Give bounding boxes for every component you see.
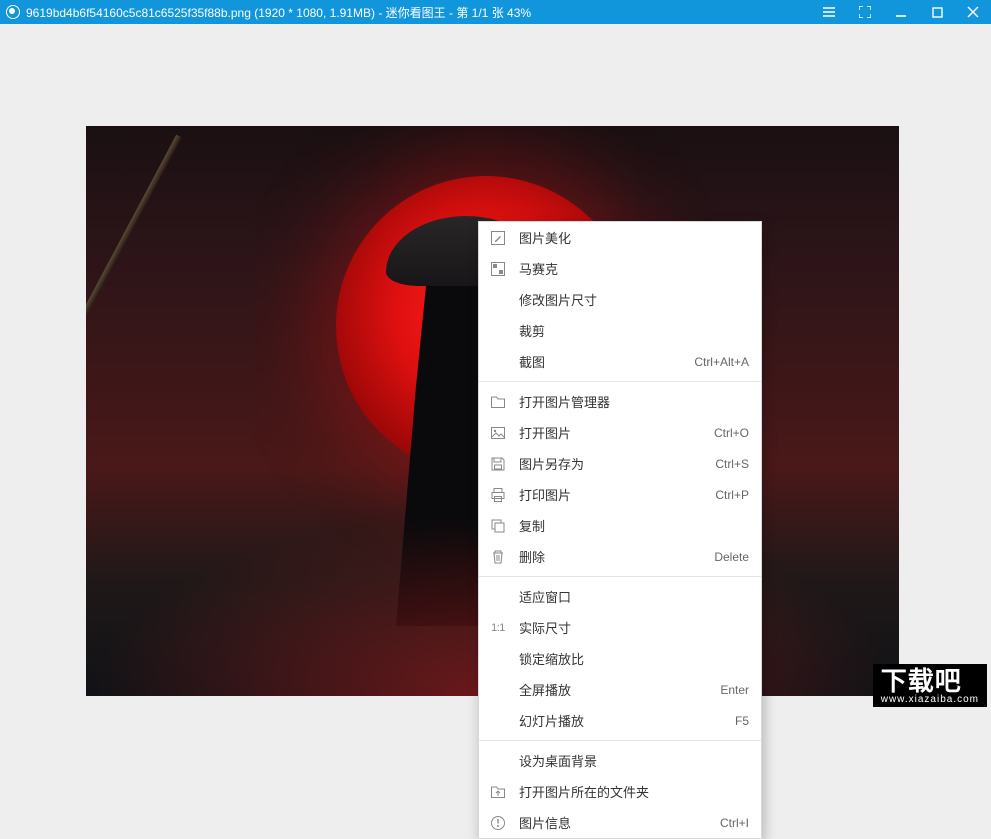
menu-separator: [479, 740, 761, 741]
menu-item[interactable]: 删除Delete: [479, 541, 761, 572]
menu-item-shortcut: Ctrl+P: [715, 488, 749, 502]
menu-item-label: 实际尺寸: [519, 618, 749, 637]
menu-item[interactable]: 图片另存为Ctrl+S: [479, 448, 761, 479]
menu-item-label: 复制: [519, 516, 749, 535]
menu-item-label: 打开图片所在的文件夹: [519, 782, 749, 801]
titlebar: 9619bd4b6f54160c5c81c6525f35f88b.png (19…: [0, 0, 991, 24]
mosaic-icon: [489, 260, 507, 278]
menu-item[interactable]: 打印图片Ctrl+P: [479, 479, 761, 510]
menu-item-shortcut: Ctrl+I: [720, 816, 749, 830]
menu-item-label: 图片信息: [519, 813, 720, 832]
menu-item[interactable]: 裁剪: [479, 315, 761, 346]
blank-icon: [489, 650, 507, 668]
menu-item[interactable]: 图片美化: [479, 222, 761, 253]
menu-item-label: 幻灯片播放: [519, 711, 735, 730]
menu-separator: [479, 576, 761, 577]
menu-item[interactable]: 打开图片Ctrl+O: [479, 417, 761, 448]
image-content: [86, 135, 182, 509]
blank-icon: [489, 322, 507, 340]
menu-item-label: 马赛克: [519, 259, 749, 278]
menu-item[interactable]: 全屏播放Enter: [479, 674, 761, 705]
title-filename: 9619bd4b6f54160c5c81c6525f35f88b.png: [26, 6, 251, 20]
context-menu: 图片美化马赛克修改图片尺寸裁剪截图Ctrl+Alt+A打开图片管理器打开图片Ct…: [478, 221, 762, 839]
menu-item-shortcut: F5: [735, 714, 749, 728]
title-position: 第 1/1 张: [456, 6, 503, 20]
menu-item-label: 截图: [519, 352, 694, 371]
menu-item-label: 锁定缩放比: [519, 649, 749, 668]
minimize-button[interactable]: [883, 0, 919, 24]
menu-item-shortcut: Delete: [714, 550, 749, 564]
ratio-icon: 1:1: [489, 619, 507, 637]
blank-icon: [489, 353, 507, 371]
copy-icon: [489, 517, 507, 535]
image-icon: [489, 424, 507, 442]
menu-item-label: 全屏播放: [519, 680, 720, 699]
folder-icon: [489, 393, 507, 411]
menu-item[interactable]: 修改图片尺寸: [479, 284, 761, 315]
maximize-button[interactable]: [919, 0, 955, 24]
edit-icon: [489, 229, 507, 247]
blank-icon: [489, 681, 507, 699]
menu-item[interactable]: 打开图片所在的文件夹: [479, 776, 761, 807]
menu-item-label: 图片另存为: [519, 454, 715, 473]
menu-item[interactable]: 1:1 实际尺寸: [479, 612, 761, 643]
menu-item[interactable]: 幻灯片播放F5: [479, 705, 761, 736]
viewport: 图片美化马赛克修改图片尺寸裁剪截图Ctrl+Alt+A打开图片管理器打开图片Ct…: [0, 24, 991, 711]
watermark-text: 下载吧: [881, 668, 979, 694]
close-button[interactable]: [955, 0, 991, 24]
print-icon: [489, 486, 507, 504]
menu-item-label: 打开图片管理器: [519, 392, 749, 411]
watermark-url: www.xiazaiba.com: [881, 694, 979, 705]
blank-icon: [489, 752, 507, 770]
menu-button[interactable]: [811, 0, 847, 24]
menu-item-shortcut: Ctrl+S: [715, 457, 749, 471]
title-zoom: 43%: [507, 6, 531, 20]
menu-item-label: 适应窗口: [519, 587, 749, 606]
watermark: 下载吧 www.xiazaiba.com: [873, 664, 987, 707]
menu-item[interactable]: 设为桌面背景: [479, 745, 761, 776]
title-appname: 迷你看图王: [386, 6, 446, 20]
menu-item-shortcut: Ctrl+O: [714, 426, 749, 440]
menu-item-shortcut: Enter: [720, 683, 749, 697]
blank-icon: [489, 588, 507, 606]
menu-item[interactable]: 图片信息Ctrl+I: [479, 807, 761, 838]
menu-item-label: 设为桌面背景: [519, 751, 749, 770]
app-icon: [6, 5, 20, 19]
info-icon: [489, 814, 507, 832]
title-dimensions: (1920 * 1080, 1.91MB): [254, 6, 375, 20]
fullscreen-button[interactable]: [847, 0, 883, 24]
blank-icon: [489, 712, 507, 730]
window-title: 9619bd4b6f54160c5c81c6525f35f88b.png (19…: [26, 4, 531, 21]
trash-icon: [489, 548, 507, 566]
menu-item-label: 打开图片: [519, 423, 714, 442]
save-icon: [489, 455, 507, 473]
window-controls: [811, 0, 991, 24]
menu-item[interactable]: 锁定缩放比: [479, 643, 761, 674]
menu-separator: [479, 381, 761, 382]
menu-item[interactable]: 适应窗口: [479, 581, 761, 612]
menu-item-label: 修改图片尺寸: [519, 290, 749, 309]
menu-item[interactable]: 截图Ctrl+Alt+A: [479, 346, 761, 377]
openfolder-icon: [489, 783, 507, 801]
menu-item-label: 打印图片: [519, 485, 715, 504]
menu-item-shortcut: Ctrl+Alt+A: [694, 355, 749, 369]
menu-item-label: 图片美化: [519, 228, 749, 247]
menu-item[interactable]: 打开图片管理器: [479, 386, 761, 417]
menu-item-label: 裁剪: [519, 321, 749, 340]
menu-item[interactable]: 复制: [479, 510, 761, 541]
menu-item-label: 删除: [519, 547, 714, 566]
blank-icon: [489, 291, 507, 309]
menu-item[interactable]: 马赛克: [479, 253, 761, 284]
